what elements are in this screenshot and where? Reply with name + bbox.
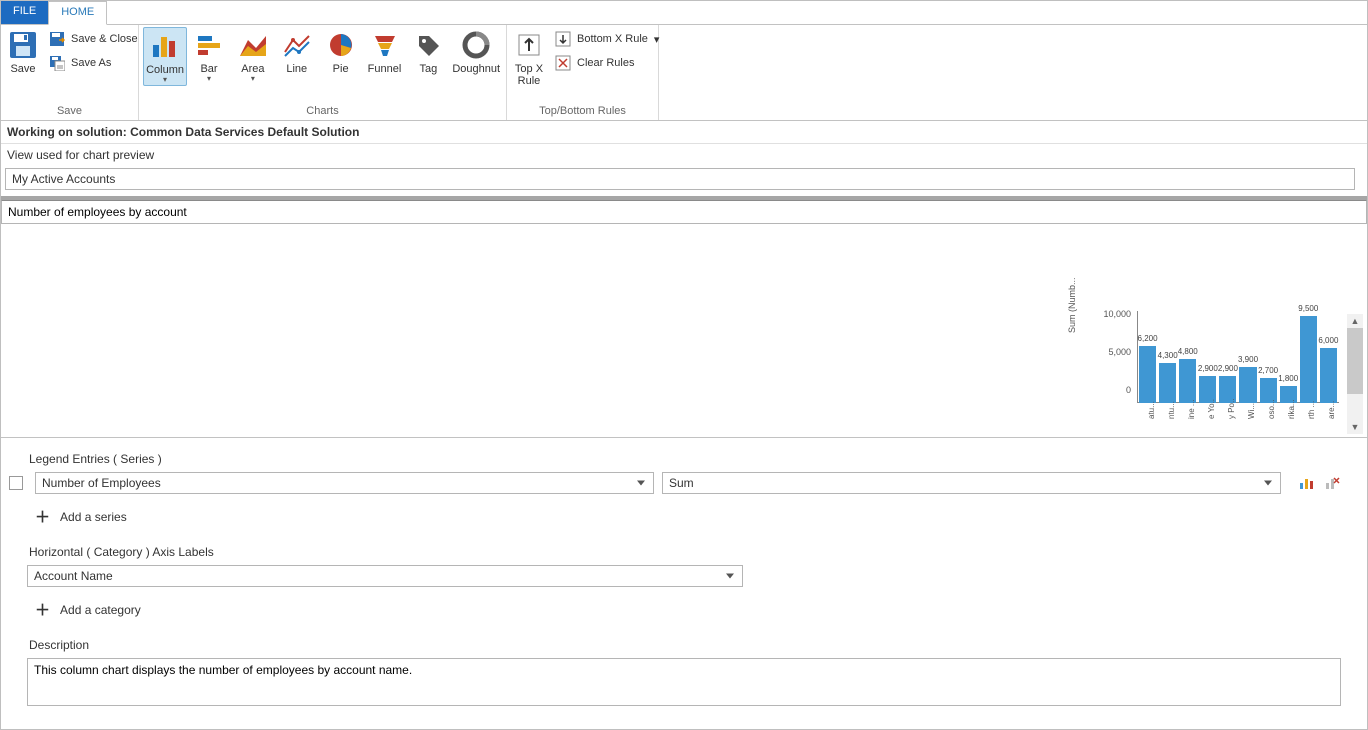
- dropdown-caret-icon: ▾: [163, 76, 167, 85]
- pie-label: Pie: [333, 63, 349, 75]
- chart-bar: 3,900: [1239, 367, 1256, 403]
- chart-config-panel: Legend Entries ( Series ) Number of Empl…: [1, 438, 1367, 717]
- delete-series-icon[interactable]: [1323, 474, 1341, 492]
- series-aggregate-dropdown[interactable]: Sum: [662, 472, 1281, 494]
- view-label: View used for chart preview: [1, 144, 1367, 166]
- save-close-icon: [49, 31, 65, 47]
- save-icon: [7, 29, 39, 61]
- tab-strip: FILE HOME: [1, 1, 1367, 25]
- bottom-x-rule-icon: [555, 31, 571, 47]
- plus-icon: ＋: [35, 599, 50, 620]
- doughnut-chart-icon: [460, 29, 492, 61]
- top-x-rule-button[interactable]: Top X Rule: [511, 27, 547, 87]
- line-label: Line: [286, 63, 307, 75]
- scroll-thumb[interactable]: [1347, 328, 1363, 394]
- funnel-label: Funnel: [368, 63, 402, 75]
- bar-value-label: 4,800: [1178, 347, 1198, 356]
- series-checkbox[interactable]: [9, 476, 23, 490]
- column-chart-button[interactable]: Column ▾: [143, 27, 187, 86]
- tag-label: Tag: [420, 63, 438, 75]
- save-label: Save: [10, 63, 35, 75]
- plus-icon: ＋: [35, 506, 50, 527]
- edit-series-chart-type-icon[interactable]: [1297, 474, 1315, 492]
- category-field-dropdown[interactable]: Account Name: [27, 565, 743, 587]
- dropdown-caret-icon: ▾: [654, 33, 660, 46]
- add-series-button[interactable]: ＋ Add a series: [35, 506, 1339, 527]
- column-chart-icon: [149, 30, 181, 62]
- chart-bar: 4,300: [1159, 363, 1176, 403]
- dropdown-caret-icon: ▾: [251, 75, 255, 84]
- area-chart-icon: [237, 29, 269, 61]
- pie-chart-button[interactable]: Pie: [319, 27, 363, 75]
- group-label-charts: Charts: [139, 103, 506, 120]
- series-section-label: Legend Entries ( Series ): [29, 452, 1339, 466]
- save-as-label: Save As: [71, 57, 111, 69]
- dropdown-caret-icon: ▾: [207, 75, 211, 84]
- topx-label: Top X Rule: [515, 63, 543, 87]
- add-category-label: Add a category: [60, 603, 141, 617]
- clear-rules-button[interactable]: Clear Rules: [553, 53, 661, 73]
- bar-value-label: 4,300: [1158, 351, 1178, 360]
- save-close-label: Save & Close: [71, 33, 138, 45]
- group-label-rules: Top/Bottom Rules: [507, 103, 658, 120]
- bar-chart-button[interactable]: Bar ▾: [187, 27, 231, 84]
- bottomx-label: Bottom X Rule: [577, 33, 648, 45]
- funnel-chart-icon: [369, 29, 401, 61]
- add-category-button[interactable]: ＋ Add a category: [35, 599, 1339, 620]
- area-chart-button[interactable]: Area ▾: [231, 27, 275, 84]
- y-axis-label: Sum (Numb...: [1067, 277, 1077, 333]
- solution-context-bar: Working on solution: Common Data Service…: [1, 121, 1367, 144]
- tag-chart-button[interactable]: Tag: [406, 27, 450, 75]
- save-as-button[interactable]: Save As: [47, 53, 140, 73]
- bar-value-label: 1,800: [1278, 374, 1298, 383]
- view-select-dropdown[interactable]: My Active Accounts: [5, 168, 1355, 190]
- bar-value-label: 6,200: [1138, 334, 1158, 343]
- bar-value-label: 3,900: [1238, 355, 1258, 364]
- group-label-save: Save: [1, 103, 138, 120]
- y-tick: 0: [1095, 385, 1131, 395]
- top-x-rule-icon: [513, 29, 545, 61]
- bar-chart-icon: [193, 29, 225, 61]
- scroll-down-icon[interactable]: ▼: [1347, 420, 1363, 434]
- chart-bar: 4,800: [1179, 359, 1196, 403]
- chart-bar: 6,000: [1320, 348, 1337, 403]
- pie-chart-icon: [325, 29, 357, 61]
- chart-bar: 6,200: [1139, 346, 1156, 403]
- doughnut-label: Doughnut: [452, 63, 500, 75]
- doughnut-chart-button[interactable]: Doughnut: [450, 27, 502, 75]
- scroll-up-icon[interactable]: ▲: [1347, 314, 1363, 328]
- description-textarea[interactable]: [27, 658, 1341, 706]
- save-and-close-button[interactable]: Save & Close: [47, 29, 140, 49]
- clear-rules-icon: [555, 55, 571, 71]
- add-series-label: Add a series: [60, 510, 127, 524]
- bar-value-label: 2,700: [1258, 366, 1278, 375]
- y-axis: [1137, 311, 1138, 403]
- bar-value-label: 9,500: [1298, 304, 1318, 313]
- bar-value-label: 2,900: [1198, 364, 1218, 373]
- chart-title-input[interactable]: [1, 200, 1367, 224]
- chart: Sum (Numb... 10,000 5,000 0 6,2004,3004,…: [1089, 303, 1339, 433]
- tag-icon: [412, 29, 444, 61]
- preview-scrollbar[interactable]: ▲ ▼: [1347, 314, 1363, 434]
- tab-file[interactable]: FILE: [1, 1, 48, 24]
- chart-preview: Sum (Numb... 10,000 5,000 0 6,2004,3004,…: [1, 224, 1367, 438]
- bottom-x-rule-button[interactable]: Bottom X Rule ▾: [553, 29, 661, 49]
- tab-home[interactable]: HOME: [48, 1, 107, 25]
- bar-value-label: 6,000: [1318, 336, 1338, 345]
- save-as-icon: [49, 55, 65, 71]
- line-chart-icon: [281, 29, 313, 61]
- line-chart-button[interactable]: Line: [275, 27, 319, 75]
- save-button[interactable]: Save: [5, 27, 41, 75]
- series-field-dropdown[interactable]: Number of Employees: [35, 472, 654, 494]
- y-tick: 5,000: [1095, 347, 1131, 357]
- clear-label: Clear Rules: [577, 57, 634, 69]
- funnel-chart-button[interactable]: Funnel: [363, 27, 407, 75]
- chart-bar: 9,500: [1300, 316, 1317, 403]
- category-section-label: Horizontal ( Category ) Axis Labels: [29, 545, 1339, 559]
- ribbon: Save Save & Close Save As Save: [1, 25, 1367, 121]
- bar-value-label: 2,900: [1218, 364, 1238, 373]
- description-label: Description: [29, 638, 1339, 652]
- y-tick: 10,000: [1095, 309, 1131, 319]
